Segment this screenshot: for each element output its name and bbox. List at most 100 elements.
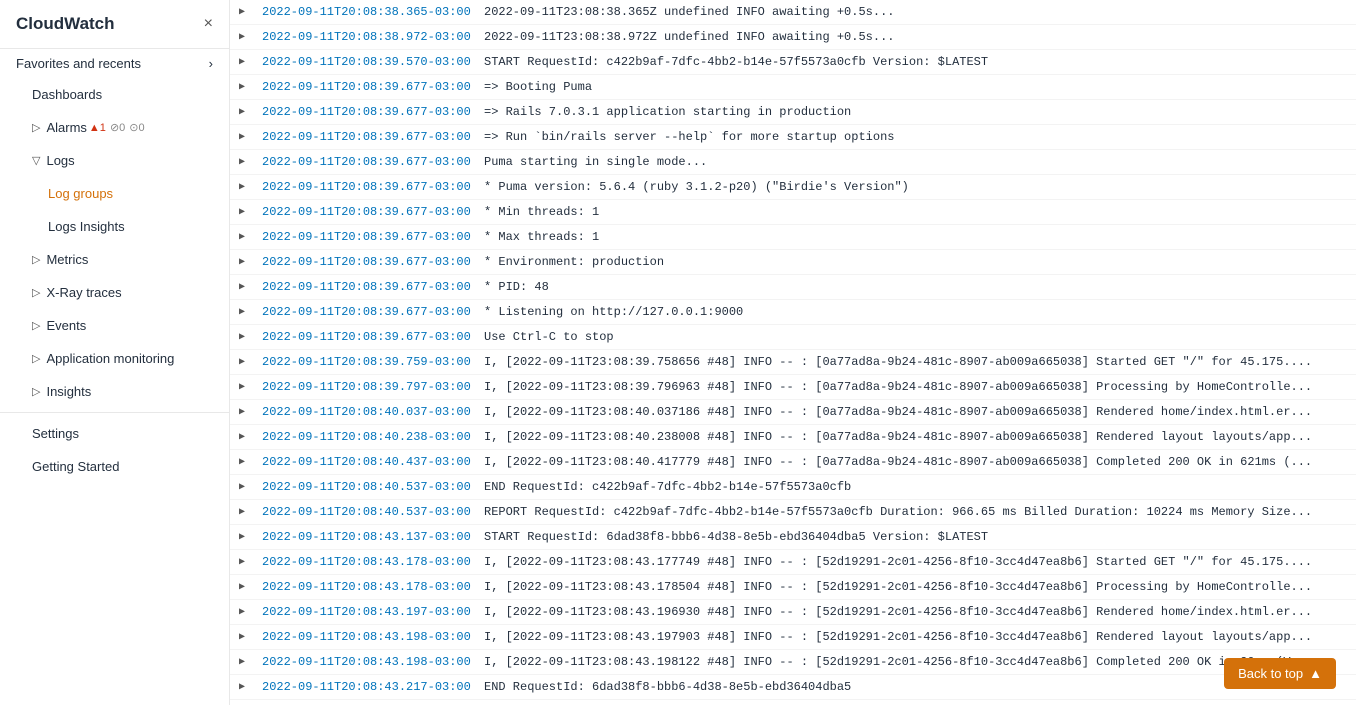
- table-row[interactable]: ▶2022-09-11T20:08:39.677-03:00* PID: 48: [230, 275, 1356, 300]
- log-timestamp[interactable]: 2022-09-11T20:08:39.677-03:00: [254, 128, 484, 146]
- log-timestamp[interactable]: 2022-09-11T20:08:38.365-03:00: [254, 3, 484, 21]
- table-row[interactable]: ▶2022-09-11T20:08:38.365-03:002022-09-11…: [230, 0, 1356, 25]
- log-timestamp[interactable]: 2022-09-11T20:08:43.178-03:00: [254, 578, 484, 596]
- table-row[interactable]: ▶2022-09-11T20:08:43.198-03:00I, [2022-0…: [230, 650, 1356, 675]
- back-to-top-button[interactable]: Back to top ▲: [1224, 658, 1336, 689]
- row-expand-icon[interactable]: ▶: [230, 378, 254, 395]
- table-row[interactable]: ▶2022-09-11T20:08:39.570-03:00START Requ…: [230, 50, 1356, 75]
- row-expand-icon[interactable]: ▶: [230, 53, 254, 70]
- row-expand-icon[interactable]: ▶: [230, 403, 254, 420]
- table-row[interactable]: ▶2022-09-11T20:08:43.217-03:00REPORT Req…: [230, 700, 1356, 705]
- log-timestamp[interactable]: 2022-09-11T20:08:40.437-03:00: [254, 453, 484, 471]
- log-timestamp[interactable]: 2022-09-11T20:08:43.178-03:00: [254, 553, 484, 571]
- log-timestamp[interactable]: 2022-09-11T20:08:39.677-03:00: [254, 253, 484, 271]
- table-row[interactable]: ▶2022-09-11T20:08:43.198-03:00I, [2022-0…: [230, 625, 1356, 650]
- log-timestamp[interactable]: 2022-09-11T20:08:43.217-03:00: [254, 678, 484, 696]
- table-row[interactable]: ▶2022-09-11T20:08:39.677-03:00* Min thre…: [230, 200, 1356, 225]
- log-timestamp[interactable]: 2022-09-11T20:08:39.677-03:00: [254, 278, 484, 296]
- sidebar-item-metrics[interactable]: ▷ Metrics: [0, 243, 229, 276]
- log-timestamp[interactable]: 2022-09-11T20:08:39.759-03:00: [254, 353, 484, 371]
- table-row[interactable]: ▶2022-09-11T20:08:43.178-03:00I, [2022-0…: [230, 575, 1356, 600]
- sidebar-item-events[interactable]: ▷ Events: [0, 309, 229, 342]
- table-row[interactable]: ▶2022-09-11T20:08:40.437-03:00I, [2022-0…: [230, 450, 1356, 475]
- sidebar-item-dashboards[interactable]: Dashboards: [0, 78, 229, 111]
- table-row[interactable]: ▶2022-09-11T20:08:43.197-03:00I, [2022-0…: [230, 600, 1356, 625]
- row-expand-icon[interactable]: ▶: [230, 553, 254, 570]
- row-expand-icon[interactable]: ▶: [230, 628, 254, 645]
- log-timestamp[interactable]: 2022-09-11T20:08:39.570-03:00: [254, 53, 484, 71]
- sidebar-item-insights[interactable]: ▷ Insights: [0, 375, 229, 408]
- log-timestamp[interactable]: 2022-09-11T20:08:39.677-03:00: [254, 78, 484, 96]
- row-expand-icon[interactable]: ▶: [230, 278, 254, 295]
- row-expand-icon[interactable]: ▶: [230, 128, 254, 145]
- row-expand-icon[interactable]: ▶: [230, 78, 254, 95]
- log-table[interactable]: ▶2022-09-11T20:08:38.365-03:002022-09-11…: [230, 0, 1356, 705]
- table-row[interactable]: ▶2022-09-11T20:08:39.677-03:00* Puma ver…: [230, 175, 1356, 200]
- log-timestamp[interactable]: 2022-09-11T20:08:40.537-03:00: [254, 478, 484, 496]
- log-timestamp[interactable]: 2022-09-11T20:08:39.677-03:00: [254, 103, 484, 121]
- sidebar-item-logs[interactable]: ▽ Logs: [0, 144, 229, 177]
- log-timestamp[interactable]: 2022-09-11T20:08:39.677-03:00: [254, 303, 484, 321]
- sidebar-item-alarms[interactable]: ▷ Alarms ▲1 ⊘0 ⊙0: [0, 111, 229, 144]
- row-expand-icon[interactable]: ▶: [230, 653, 254, 670]
- sidebar-item-logs-insights[interactable]: Logs Insights: [0, 210, 229, 243]
- log-timestamp[interactable]: 2022-09-11T20:08:39.797-03:00: [254, 378, 484, 396]
- log-timestamp[interactable]: 2022-09-11T20:08:40.238-03:00: [254, 428, 484, 446]
- table-row[interactable]: ▶2022-09-11T20:08:43.178-03:00I, [2022-0…: [230, 550, 1356, 575]
- row-expand-icon[interactable]: ▶: [230, 28, 254, 45]
- log-timestamp[interactable]: 2022-09-11T20:08:38.972-03:00: [254, 28, 484, 46]
- row-expand-icon[interactable]: ▶: [230, 503, 254, 520]
- table-row[interactable]: ▶2022-09-11T20:08:40.537-03:00END Reques…: [230, 475, 1356, 500]
- sidebar-item-settings[interactable]: Settings: [0, 417, 229, 450]
- close-icon[interactable]: ×: [204, 15, 213, 33]
- row-expand-icon[interactable]: ▶: [230, 453, 254, 470]
- log-timestamp[interactable]: 2022-09-11T20:08:39.677-03:00: [254, 178, 484, 196]
- row-expand-icon[interactable]: ▶: [230, 228, 254, 245]
- table-row[interactable]: ▶2022-09-11T20:08:40.037-03:00I, [2022-0…: [230, 400, 1356, 425]
- row-expand-icon[interactable]: ▶: [230, 603, 254, 620]
- table-row[interactable]: ▶2022-09-11T20:08:38.972-03:002022-09-11…: [230, 25, 1356, 50]
- log-timestamp[interactable]: 2022-09-11T20:08:39.677-03:00: [254, 228, 484, 246]
- table-row[interactable]: ▶2022-09-11T20:08:39.677-03:00* Environm…: [230, 250, 1356, 275]
- table-row[interactable]: ▶2022-09-11T20:08:43.217-03:00END Reques…: [230, 675, 1356, 700]
- sidebar-item-log-groups[interactable]: Log groups: [0, 177, 229, 210]
- log-timestamp[interactable]: 2022-09-11T20:08:39.677-03:00: [254, 203, 484, 221]
- log-timestamp[interactable]: 2022-09-11T20:08:40.537-03:00: [254, 503, 484, 521]
- table-row[interactable]: ▶2022-09-11T20:08:39.797-03:00I, [2022-0…: [230, 375, 1356, 400]
- sidebar-item-app-monitoring[interactable]: ▷ Application monitoring: [0, 342, 229, 375]
- table-row[interactable]: ▶2022-09-11T20:08:39.677-03:00=> Run `bi…: [230, 125, 1356, 150]
- row-expand-icon[interactable]: ▶: [230, 578, 254, 595]
- row-expand-icon[interactable]: ▶: [230, 428, 254, 445]
- log-timestamp[interactable]: 2022-09-11T20:08:43.137-03:00: [254, 528, 484, 546]
- table-row[interactable]: ▶2022-09-11T20:08:39.677-03:00* Listenin…: [230, 300, 1356, 325]
- table-row[interactable]: ▶2022-09-11T20:08:43.137-03:00START Requ…: [230, 525, 1356, 550]
- row-expand-icon[interactable]: ▶: [230, 528, 254, 545]
- row-expand-icon[interactable]: ▶: [230, 203, 254, 220]
- row-expand-icon[interactable]: ▶: [230, 328, 254, 345]
- sidebar-item-getting-started[interactable]: Getting Started: [0, 450, 229, 483]
- log-timestamp[interactable]: 2022-09-11T20:08:40.037-03:00: [254, 403, 484, 421]
- row-expand-icon[interactable]: ▶: [230, 478, 254, 495]
- row-expand-icon[interactable]: ▶: [230, 3, 254, 20]
- row-expand-icon[interactable]: ▶: [230, 303, 254, 320]
- row-expand-icon[interactable]: ▶: [230, 103, 254, 120]
- table-row[interactable]: ▶2022-09-11T20:08:40.537-03:00REPORT Req…: [230, 500, 1356, 525]
- log-timestamp[interactable]: 2022-09-11T20:08:39.677-03:00: [254, 328, 484, 346]
- row-expand-icon[interactable]: ▶: [230, 678, 254, 695]
- row-expand-icon[interactable]: ▶: [230, 153, 254, 170]
- log-timestamp[interactable]: 2022-09-11T20:08:43.198-03:00: [254, 628, 484, 646]
- sidebar-item-xray[interactable]: ▷ X-Ray traces: [0, 276, 229, 309]
- table-row[interactable]: ▶2022-09-11T20:08:39.677-03:00* Max thre…: [230, 225, 1356, 250]
- log-timestamp[interactable]: 2022-09-11T20:08:39.677-03:00: [254, 153, 484, 171]
- log-timestamp[interactable]: 2022-09-11T20:08:43.197-03:00: [254, 603, 484, 621]
- row-expand-icon[interactable]: ▶: [230, 253, 254, 270]
- table-row[interactable]: ▶2022-09-11T20:08:40.238-03:00I, [2022-0…: [230, 425, 1356, 450]
- row-expand-icon[interactable]: ▶: [230, 178, 254, 195]
- table-row[interactable]: ▶2022-09-11T20:08:39.677-03:00=> Booting…: [230, 75, 1356, 100]
- table-row[interactable]: ▶2022-09-11T20:08:39.677-03:00=> Rails 7…: [230, 100, 1356, 125]
- sidebar-item-favorites[interactable]: Favorites and recents ›: [0, 49, 229, 78]
- log-timestamp[interactable]: 2022-09-11T20:08:43.198-03:00: [254, 653, 484, 671]
- table-row[interactable]: ▶2022-09-11T20:08:39.759-03:00I, [2022-0…: [230, 350, 1356, 375]
- table-row[interactable]: ▶2022-09-11T20:08:39.677-03:00Use Ctrl-C…: [230, 325, 1356, 350]
- row-expand-icon[interactable]: ▶: [230, 353, 254, 370]
